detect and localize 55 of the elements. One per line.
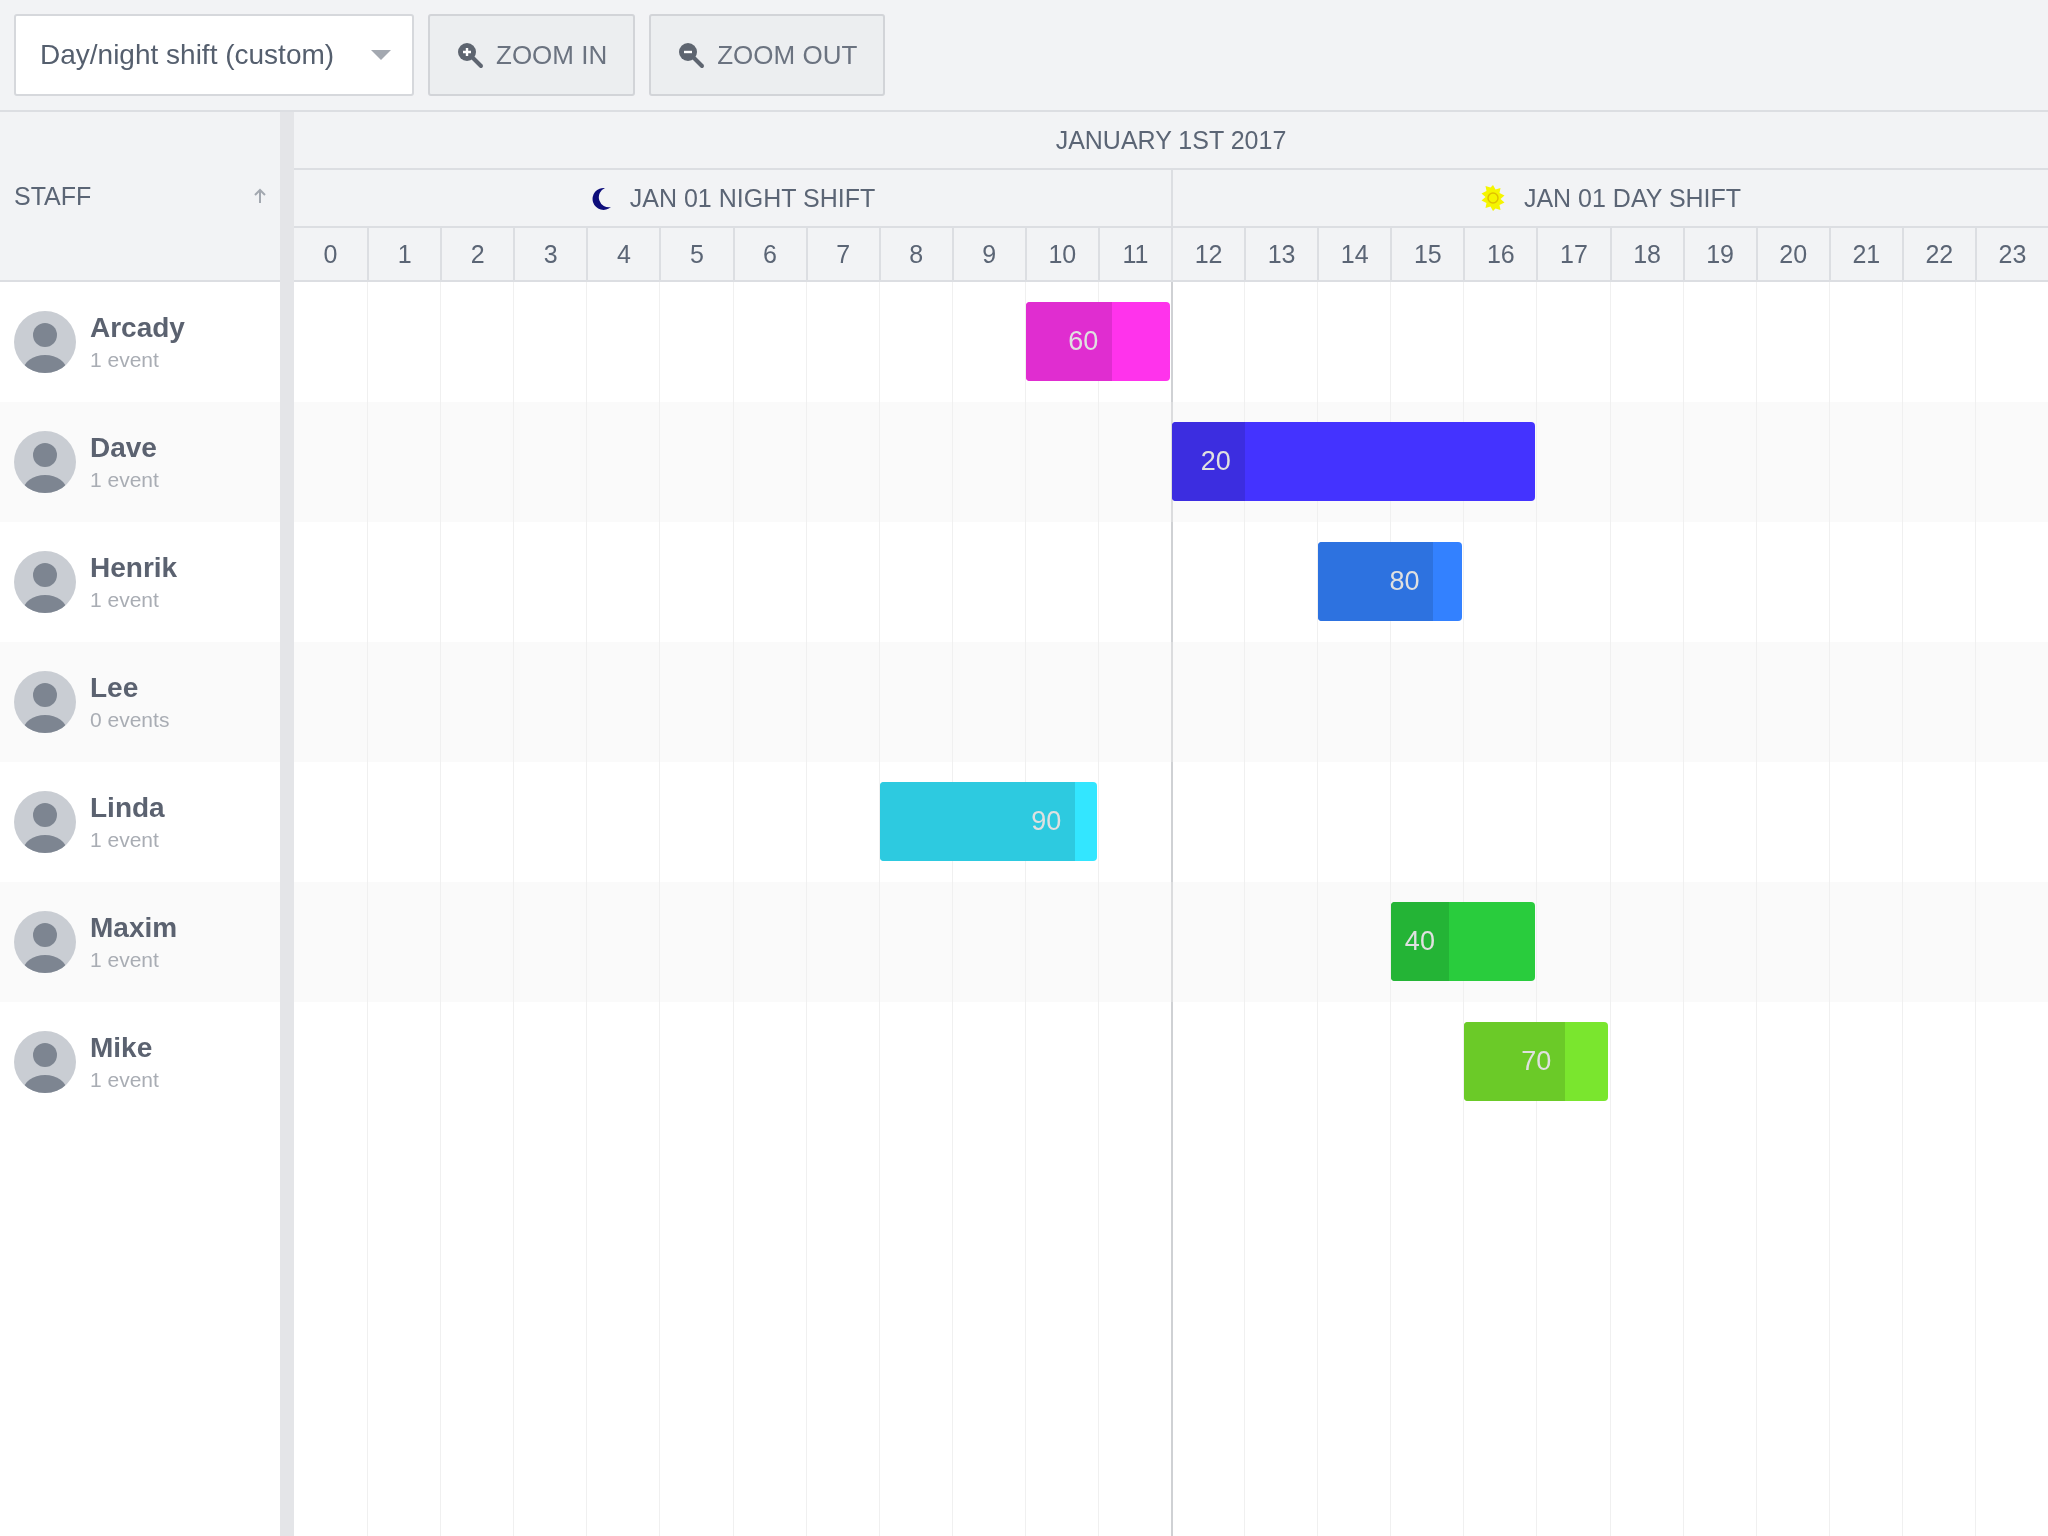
event-count: 1 event xyxy=(90,948,160,972)
hour-header: 5 xyxy=(659,228,733,280)
staff-name: Lee xyxy=(90,672,140,704)
staff-name: Henrik xyxy=(90,552,178,584)
hour-header: 20 xyxy=(1755,228,1829,280)
hour-header: 11 xyxy=(1097,228,1171,280)
zoom-out-button[interactable]: ZOOM OUT xyxy=(649,14,886,96)
column-title: STAFF xyxy=(14,181,92,211)
hour-header: 8 xyxy=(878,228,952,280)
splitter[interactable] xyxy=(280,112,294,1536)
hour-header: 23 xyxy=(1974,228,2048,280)
hour-header: 18 xyxy=(1609,228,1683,280)
hour-header: 7 xyxy=(805,228,879,280)
staff-name: Maxim xyxy=(90,912,178,944)
hour-header: 22 xyxy=(1901,228,1975,280)
hour-header: 4 xyxy=(586,228,660,280)
zoom-in-button[interactable]: ZOOM IN xyxy=(428,14,636,96)
hour-header: 13 xyxy=(1244,228,1318,280)
hour-header: 2 xyxy=(440,228,514,280)
event-count: 1 event xyxy=(90,588,160,612)
event-bar[interactable]: 60 xyxy=(1025,302,1170,381)
zoom-in-icon xyxy=(456,41,484,69)
event-count: 1 event xyxy=(90,468,159,492)
staff-name: Linda xyxy=(90,792,165,824)
staff-name: Arcady xyxy=(90,312,185,344)
event-count: 1 event xyxy=(90,828,160,852)
caret-icon xyxy=(370,49,392,61)
staff-name: Mike xyxy=(90,1032,154,1064)
hour-header: 3 xyxy=(513,228,587,280)
preset-dropdown[interactable]: Day/night shift (custom) xyxy=(14,14,414,96)
hour-header: 19 xyxy=(1682,228,1756,280)
column-header[interactable]: STAFF xyxy=(0,112,280,282)
event-count: 0 events xyxy=(90,708,170,732)
hour-header: 14 xyxy=(1317,228,1391,280)
hour-header: 0 xyxy=(322,238,339,270)
staff-name: Dave xyxy=(90,432,158,464)
shift-header: JAN 01 DAY SHIFT xyxy=(1523,183,1742,213)
hour-header: 10 xyxy=(1024,228,1098,280)
hour-header: 1 xyxy=(367,228,441,280)
zoom-out-icon xyxy=(677,41,706,69)
hour-header: 21 xyxy=(1828,228,1902,280)
event-count: 1 event xyxy=(90,1068,159,1092)
date-header: JANUARY 1ST 2017 xyxy=(294,112,2048,170)
event-bar[interactable]: 20 xyxy=(1172,422,1536,501)
hour-header: 15 xyxy=(1390,228,1464,280)
sun-icon xyxy=(1479,185,1506,211)
shift-header: JAN 01 NIGHT SHIFT xyxy=(629,183,876,213)
hour-header: 9 xyxy=(951,228,1025,280)
hour-header: 17 xyxy=(1536,228,1610,280)
event-count: 1 event xyxy=(90,348,160,372)
hour-header: 6 xyxy=(732,228,806,280)
hour-header: 12 xyxy=(1171,228,1245,280)
event-bar[interactable]: 40 xyxy=(1391,902,1536,981)
hour-header: 16 xyxy=(1463,228,1537,280)
event-bar[interactable]: 80 xyxy=(1318,542,1463,621)
